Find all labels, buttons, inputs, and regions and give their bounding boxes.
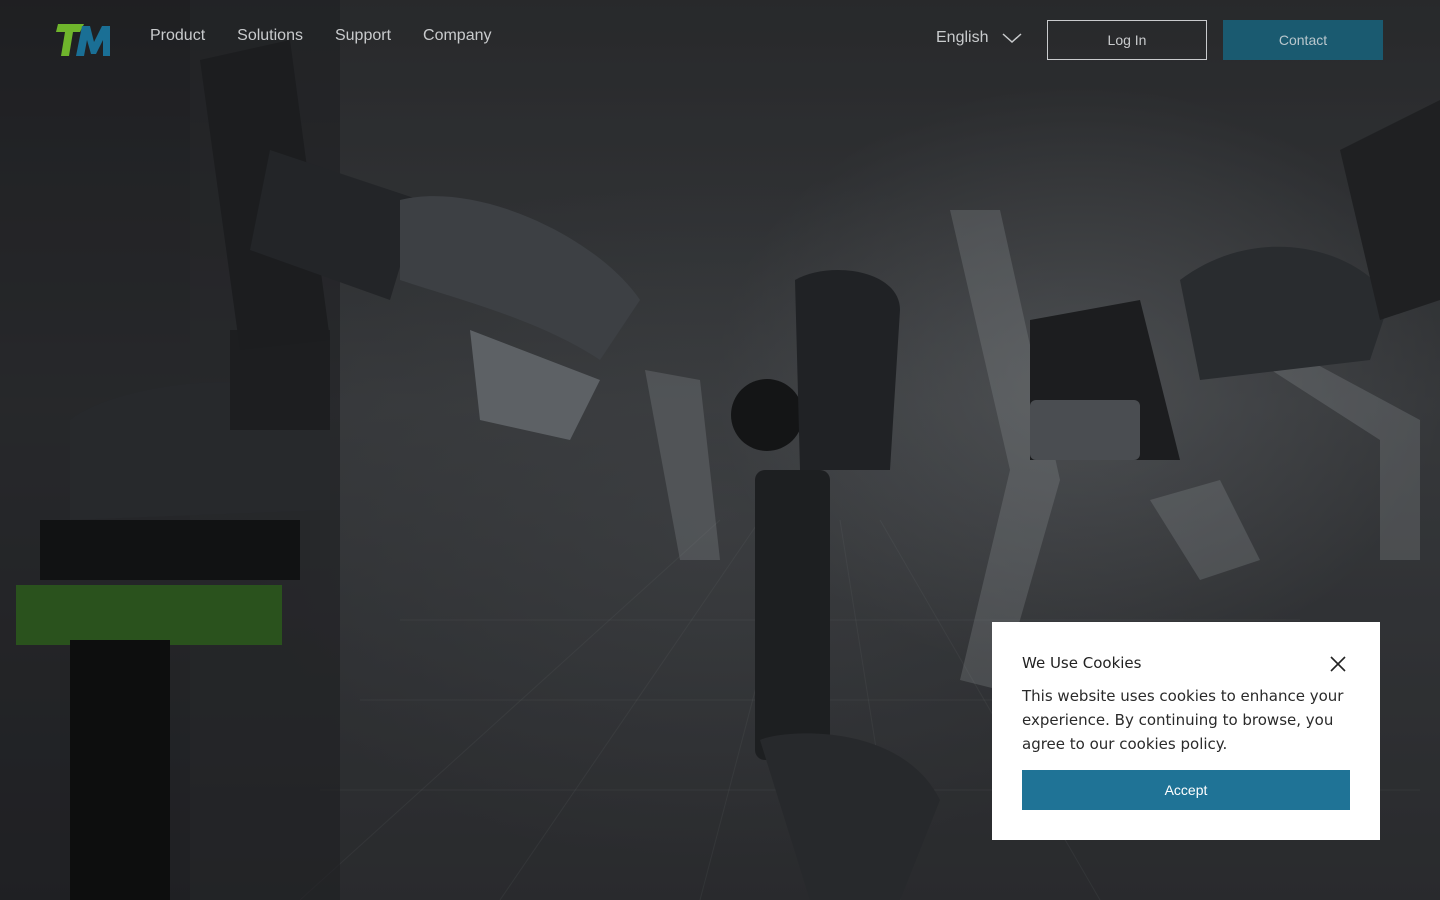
login-button[interactable]: Log In: [1047, 20, 1207, 60]
cookie-banner: We Use Cookies This website uses cookies…: [992, 622, 1380, 840]
nav-item-company[interactable]: Company: [423, 27, 491, 45]
brand-logo[interactable]: [56, 22, 112, 58]
nav-item-product[interactable]: Product: [150, 27, 205, 45]
top-navigation: Product Solutions Support Company Englis…: [0, 0, 1440, 80]
cookie-title: We Use Cookies: [1022, 654, 1142, 672]
accept-cookies-button[interactable]: Accept: [1022, 770, 1350, 810]
contact-button[interactable]: Contact: [1223, 20, 1383, 60]
language-label: English: [936, 29, 989, 46]
chevron-down-icon: [1002, 33, 1022, 44]
nav-item-solutions[interactable]: Solutions: [237, 27, 303, 45]
cookie-message: This website uses cookies to enhance you…: [1022, 687, 1344, 753]
nav-item-support[interactable]: Support: [335, 27, 391, 45]
language-selector[interactable]: English: [936, 29, 1022, 47]
main-menu: Product Solutions Support Company: [150, 27, 492, 45]
close-icon[interactable]: [1330, 656, 1346, 672]
